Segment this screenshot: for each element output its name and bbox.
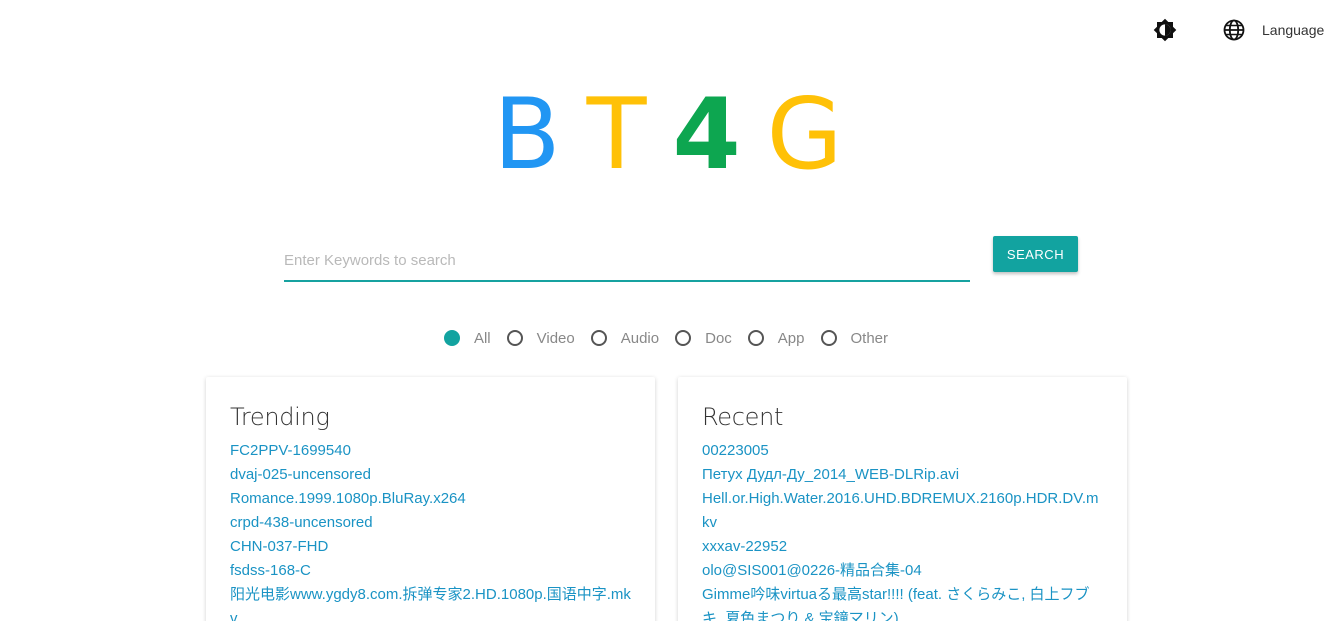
recent-list-item: olo@SIS001@0226-精品合集-04: [702, 559, 1103, 583]
logo-letter-4: 4: [672, 78, 741, 192]
recent-title: Recent: [702, 403, 784, 431]
trending-link[interactable]: fsdss-168-C: [230, 562, 311, 579]
recent-card: Recent 00223005 Петух Дудл-Ду_2014_WEB-DL…: [678, 377, 1127, 621]
filter-audio[interactable]: Audio: [585, 330, 659, 347]
language-button[interactable]: Language: [1222, 18, 1324, 42]
brightness-icon: [1153, 18, 1177, 42]
trending-list-item: CHN-037-FHD: [230, 535, 631, 559]
recent-link[interactable]: Hell.or.High.Water.2016.UHD.BDREMUX.2160…: [702, 490, 1099, 531]
recent-link[interactable]: Gimme吟味virtuaる最高star!!!! (feat. さくらみこ, 白…: [702, 586, 1090, 621]
trending-list-item: dvaj-025-uncensored: [230, 463, 631, 487]
logo-letter-b: B: [493, 78, 561, 192]
filter-label: Doc: [705, 329, 732, 347]
filter-radio-app[interactable]: [747, 330, 764, 346]
logo-letter-g: G: [766, 78, 843, 192]
trending-list-item: fsdss-168-C: [230, 559, 631, 583]
recent-list: 00223005 Петух Дудл-Ду_2014_WEB-DLRip.avi…: [702, 439, 1103, 621]
theme-toggle-button[interactable]: [1153, 18, 1177, 42]
filter-other[interactable]: Other: [815, 329, 889, 347]
recent-list-item: xxxav-22952: [702, 535, 1103, 559]
filter-app[interactable]: App: [742, 330, 805, 347]
recent-link[interactable]: Петух Дудл-Ду_2014_WEB-DLRip.avi: [702, 466, 959, 483]
filter-radio-other[interactable]: [820, 330, 837, 346]
filter-radio-all[interactable]: [443, 330, 460, 346]
filter-radio-video[interactable]: [506, 330, 523, 346]
filter-label: App: [777, 329, 805, 347]
trending-link[interactable]: Romance.1999.1080p.BluRay.x264: [230, 490, 466, 507]
site-logo: B T 4 G: [0, 80, 1336, 190]
trending-list-item: 阳光电影www.ygdy8.com.拆弹专家2.HD.1080p.国语中字.mk…: [230, 583, 631, 621]
recent-link[interactable]: 00223005: [702, 442, 769, 459]
trending-link[interactable]: dvaj-025-uncensored: [230, 466, 371, 483]
filter-radio-audio[interactable]: [590, 330, 607, 346]
recent-list-item: Hell.or.High.Water.2016.UHD.BDREMUX.2160…: [702, 487, 1103, 535]
filter-label: Video: [536, 329, 575, 347]
category-filter-group: All Video Audio Doc App Other: [0, 326, 1336, 350]
filter-label: Other: [850, 329, 889, 347]
language-label: Language: [1262, 22, 1325, 38]
recent-link[interactable]: olo@SIS001@0226-精品合集-04: [702, 562, 922, 579]
search-input[interactable]: [284, 240, 970, 282]
search-button[interactable]: SEARCH: [993, 236, 1078, 272]
filter-label: All: [473, 329, 491, 347]
filter-doc[interactable]: Doc: [669, 330, 732, 347]
trending-link[interactable]: crpd-438-uncensored: [230, 514, 373, 531]
trending-link[interactable]: CHN-037-FHD: [230, 538, 328, 555]
logo-letter-t: T: [586, 78, 647, 192]
recent-list-item: Петух Дудл-Ду_2014_WEB-DLRip.avi: [702, 463, 1103, 487]
filter-all[interactable]: All: [438, 330, 491, 347]
filter-video[interactable]: Video: [501, 330, 575, 347]
recent-link[interactable]: xxxav-22952: [702, 538, 787, 555]
trending-link[interactable]: 阳光电影www.ygdy8.com.拆弹专家2.HD.1080p.国语中字.mk…: [230, 586, 631, 621]
filter-radio-doc[interactable]: [675, 330, 692, 346]
trending-list-item: Romance.1999.1080p.BluRay.x264: [230, 487, 631, 511]
trending-list: FC2PPV-1699540 dvaj-025-uncensored Romance…: [230, 439, 631, 621]
page: Language B T 4 G SEARCH All Video Audio Doc…: [0, 0, 1336, 621]
trending-list-item: FC2PPV-1699540: [230, 439, 631, 463]
trending-card: Trending FC2PPV-1699540 dvaj-025-uncensor…: [206, 377, 655, 621]
filter-label: Audio: [620, 329, 660, 347]
trending-title: Trending: [230, 403, 330, 431]
globe-icon: [1222, 18, 1246, 42]
trending-link[interactable]: FC2PPV-1699540: [230, 442, 351, 459]
recent-list-item: Gimme吟味virtuaる最高star!!!! (feat. さくらみこ, 白…: [702, 583, 1103, 621]
top-bar: Language: [0, 0, 1336, 60]
recent-list-item: 00223005: [702, 439, 1103, 463]
trending-list-item: crpd-438-uncensored: [230, 511, 631, 535]
